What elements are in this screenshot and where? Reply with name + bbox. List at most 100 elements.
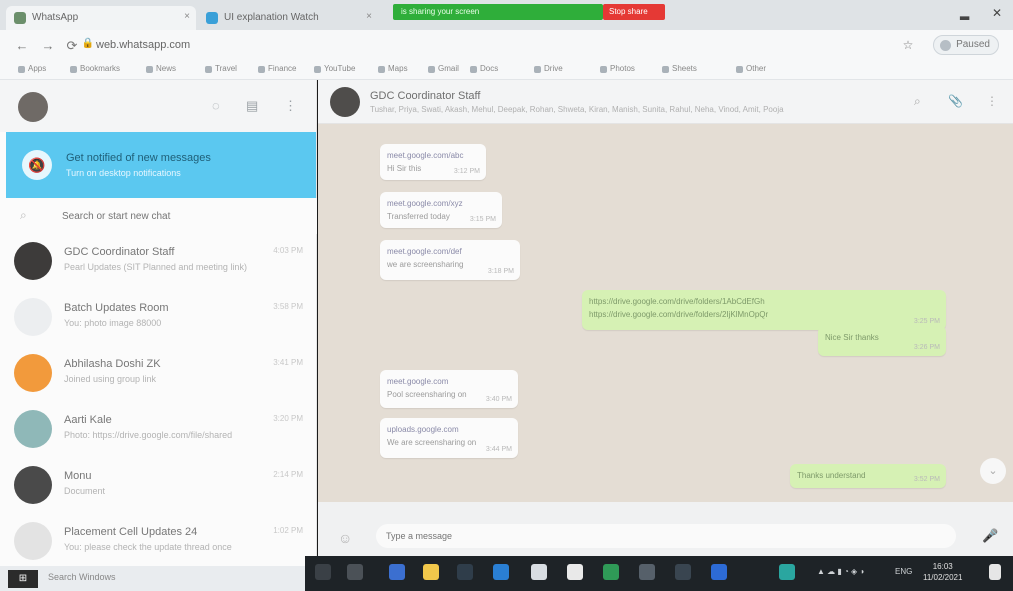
search-icon[interactable]: ⌕	[914, 94, 921, 109]
app-icon[interactable]	[389, 564, 405, 580]
star-icon[interactable]: ☆	[900, 38, 916, 52]
bookmark-item[interactable]: Apps	[18, 64, 46, 73]
message-time: 3:18 PM	[487, 268, 514, 275]
message-bubble-in[interactable]: uploads.google.com We are screensharing …	[380, 418, 518, 458]
status-icon[interactable]: ◌	[212, 98, 220, 113]
menu-icon[interactable]: ⋮	[986, 94, 998, 108]
bookmark-item[interactable]: Photos	[600, 64, 635, 73]
chat-list-item[interactable]: GDC Coordinator Staff Pearl Updates (SIT…	[0, 234, 317, 290]
bookmark-item[interactable]: Travel	[205, 64, 237, 73]
bookmark-item[interactable]: YouTube	[314, 64, 355, 73]
taskbar-search[interactable]: Search Windows	[48, 572, 116, 582]
tray-app-icon[interactable]	[779, 564, 795, 580]
tab-close-icon[interactable]: ×	[366, 11, 372, 22]
language-indicator[interactable]: ENG	[895, 567, 912, 576]
menu-icon[interactable]: ⋮	[284, 98, 297, 114]
group-avatar[interactable]	[330, 87, 360, 117]
minimize-icon[interactable]: ▂	[960, 6, 969, 20]
chat-time: 2:14 PM	[273, 470, 303, 479]
bookmark-item[interactable]: Docs	[470, 64, 498, 73]
chat-preview: You: photo image 88000	[64, 318, 162, 328]
avatar	[14, 354, 52, 392]
bookmark-item[interactable]: Maps	[378, 64, 408, 73]
notification-icon[interactable]	[989, 564, 1001, 580]
app-icon[interactable]	[639, 564, 655, 580]
forward-icon[interactable]: →	[40, 38, 56, 53]
conversation-header[interactable]: GDC Coordinator Staff Tushar, Priya, Swa…	[318, 80, 1013, 124]
message-text[interactable]: uploads.google.com	[387, 423, 511, 436]
url-field[interactable]: web.whatsapp.com	[96, 39, 190, 51]
notification-subtitle[interactable]: Turn on desktop notifications	[66, 168, 181, 178]
chat-preview: You: please check the update thread once	[64, 542, 232, 552]
taskbar-search-area: ⊞ Search Windows	[0, 566, 305, 591]
message-link[interactable]: https://drive.google.com/drive/folders/2…	[589, 308, 939, 321]
message-text[interactable]: meet.google.com/xyz	[387, 197, 495, 210]
app-icon[interactable]	[347, 564, 363, 580]
avatar	[14, 298, 52, 336]
chat-list-item[interactable]: Batch Updates Room You: photo image 8800…	[0, 290, 317, 346]
message-bubble-in[interactable]: meet.google.com/def we are screensharing…	[380, 240, 520, 280]
bookmark-item[interactable]: News	[146, 64, 176, 73]
message-bubble-out[interactable]: https://drive.google.com/drive/folders/1…	[582, 290, 946, 330]
message-text[interactable]: meet.google.com	[387, 375, 511, 388]
new-chat-icon[interactable]: ▤	[246, 98, 258, 114]
tab-second[interactable]: UI explanation Watch ×	[198, 6, 378, 30]
clock[interactable]: 16:03 11/02/2021	[923, 561, 962, 583]
chat-name: Batch Updates Room	[64, 302, 169, 314]
message-text[interactable]: meet.google.com/def	[387, 245, 513, 258]
tab-whatsapp[interactable]: WhatsApp ×	[6, 6, 196, 30]
start-button[interactable]: ⊞	[8, 570, 38, 588]
task-view-icon[interactable]	[315, 564, 331, 580]
bookmark-item[interactable]: Drive	[534, 64, 563, 73]
message-link[interactable]: https://drive.google.com/drive/folders/1…	[589, 295, 939, 308]
message-input[interactable]	[376, 524, 956, 548]
chat-list-item[interactable]: Placement Cell Updates 24 You: please ch…	[0, 514, 317, 570]
bookmark-item[interactable]: Gmail	[428, 64, 459, 73]
message-bubble-in[interactable]: meet.google.com Pool screensharing on 3:…	[380, 370, 518, 408]
back-icon[interactable]: ←	[14, 38, 30, 53]
chat-list-item[interactable]: Monu Document 2:14 PM	[0, 458, 317, 514]
app-icon[interactable]	[457, 564, 473, 580]
chat-preview: Joined using group link	[64, 374, 157, 384]
tray-icons[interactable]: ▲ ☁ ▮ ◔ ◈ ◑	[817, 567, 864, 576]
file-explorer-icon[interactable]	[423, 564, 439, 580]
message-bubble-out[interactable]: Nice Sir thanks 3:26 PM	[818, 326, 946, 356]
message-bubble-in[interactable]: meet.google.com/abc Hi Sir this 3:12 PM	[380, 144, 486, 180]
chat-name: Aarti Kale	[64, 414, 112, 426]
search-input[interactable]	[62, 207, 292, 225]
bookmark-item[interactable]: Bookmarks	[70, 64, 120, 73]
chat-list-item[interactable]: Aarti Kale Photo: https://drive.google.c…	[0, 402, 317, 458]
emoji-icon[interactable]: ☺	[338, 530, 352, 546]
chat-time: 4:03 PM	[273, 246, 303, 255]
stop-share-button[interactable]: Stop share	[603, 4, 665, 20]
profile-avatar-icon	[940, 40, 952, 51]
close-window-icon[interactable]: ✕	[992, 6, 1002, 20]
bookmark-item[interactable]: Sheets	[662, 64, 697, 73]
mic-icon[interactable]: 🎤	[982, 528, 998, 544]
dropbox-icon[interactable]	[531, 564, 547, 580]
chat-name: Abhilasha Doshi ZK	[64, 358, 161, 370]
camera-icon[interactable]	[567, 564, 583, 580]
my-avatar[interactable]	[18, 92, 48, 122]
message-bubble-out[interactable]: Thanks understand 3:52 PM	[790, 464, 946, 488]
tab-close-icon[interactable]: ×	[184, 11, 190, 22]
profile-button[interactable]: Paused	[933, 35, 999, 55]
scroll-down-icon[interactable]: ⌄	[980, 458, 1006, 484]
chat-preview: Pearl Updates (SIT Planned and meeting l…	[64, 262, 247, 272]
chrome-icon[interactable]	[603, 564, 619, 580]
search-icon[interactable]	[675, 564, 691, 580]
tab-label: WhatsApp	[32, 12, 79, 23]
bookmark-item[interactable]: Finance	[258, 64, 296, 73]
bookmark-item[interactable]: Other	[736, 64, 766, 73]
notification-banner[interactable]: 🔕 Get notified of new messages Turn on d…	[6, 132, 316, 198]
reload-icon[interactable]: ⟳	[64, 38, 80, 54]
search-row: ⌕	[0, 198, 317, 234]
message-bubble-in[interactable]: meet.google.com/xyz Transferred today 3:…	[380, 192, 502, 228]
message-time: 3:26 PM	[913, 344, 940, 351]
attach-icon[interactable]: 📎	[948, 94, 963, 108]
chat-time: 1:02 PM	[273, 526, 303, 535]
app-icon[interactable]	[493, 564, 509, 580]
chat-list-item[interactable]: Abhilasha Doshi ZK Joined using group li…	[0, 346, 317, 402]
message-text[interactable]: meet.google.com/abc	[387, 149, 479, 162]
zoom-icon[interactable]	[711, 564, 727, 580]
